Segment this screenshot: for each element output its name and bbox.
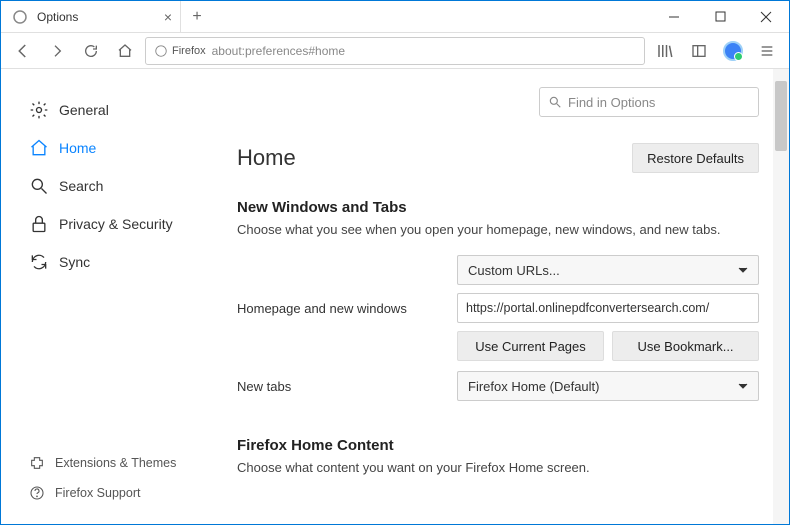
homepage-select[interactable]: Custom URLs... <box>457 255 759 285</box>
url-text: about:preferences#home <box>212 44 345 58</box>
chevron-down-icon <box>738 381 748 391</box>
section-home-content-desc: Choose what content you want on your Fir… <box>237 460 759 475</box>
sidebar-item-home[interactable]: Home <box>29 129 211 167</box>
maximize-button[interactable] <box>697 1 743 32</box>
use-bookmark-button[interactable]: Use Bookmark... <box>612 331 759 361</box>
firefox-icon <box>154 44 168 58</box>
sidebar-item-label: Privacy & Security <box>59 216 173 232</box>
search-icon <box>29 176 49 196</box>
gear-icon <box>29 100 49 120</box>
sidebar-item-sync[interactable]: Sync <box>29 243 211 281</box>
identity-box[interactable]: Firefox <box>154 44 206 58</box>
forward-button[interactable] <box>43 37 71 65</box>
titlebar: Options × + <box>1 1 789 33</box>
scrollbar-thumb[interactable] <box>775 81 787 151</box>
lock-icon <box>29 214 49 234</box>
minimize-button[interactable] <box>651 1 697 32</box>
close-window-button[interactable] <box>743 1 789 32</box>
section-new-windows-desc: Choose what you see when you open your h… <box>237 222 759 237</box>
newtabs-select[interactable]: Firefox Home (Default) <box>457 371 759 401</box>
puzzle-icon <box>29 455 45 471</box>
main-panel: Find in Options Home Restore Defaults Ne… <box>211 69 789 524</box>
content-area: General Home Search Privacy & Security S… <box>1 69 789 524</box>
sidebar-item-label: Firefox Support <box>55 486 140 500</box>
sidebar-button[interactable] <box>685 37 713 65</box>
page-title: Home <box>237 145 296 171</box>
sidebar-item-privacy[interactable]: Privacy & Security <box>29 205 211 243</box>
find-in-options[interactable]: Find in Options <box>539 87 759 117</box>
homepage-url-input[interactable]: https://portal.onlinepdfconvertersearch.… <box>457 293 759 323</box>
library-button[interactable] <box>651 37 679 65</box>
reload-button[interactable] <box>77 37 105 65</box>
sidebar-extensions[interactable]: Extensions & Themes <box>29 448 211 478</box>
search-placeholder: Find in Options <box>568 95 655 110</box>
profile-button[interactable] <box>719 37 747 65</box>
restore-defaults-button[interactable]: Restore Defaults <box>632 143 759 173</box>
browser-tab[interactable]: Options × <box>1 1 181 32</box>
new-tab-button[interactable]: + <box>181 1 213 32</box>
section-home-content-title: Firefox Home Content <box>237 437 759 454</box>
window-controls <box>651 1 789 32</box>
homepage-select-value: Custom URLs... <box>468 263 560 278</box>
sidebar-item-label: Home <box>59 140 96 156</box>
homepage-label: Homepage and new windows <box>237 301 457 316</box>
tab-title: Options <box>37 10 78 24</box>
sync-icon <box>29 252 49 272</box>
home-icon <box>29 138 49 158</box>
identity-label: Firefox <box>172 45 206 57</box>
toolbar: Firefox about:preferences#home <box>1 33 789 69</box>
url-bar[interactable]: Firefox about:preferences#home <box>145 37 645 65</box>
sidebar-item-label: Extensions & Themes <box>55 456 176 470</box>
sidebar-item-label: General <box>59 102 109 118</box>
close-tab-icon[interactable]: × <box>164 9 172 25</box>
sidebar: General Home Search Privacy & Security S… <box>1 69 211 524</box>
chevron-down-icon <box>738 265 748 275</box>
sidebar-item-label: Sync <box>59 254 90 270</box>
section-new-windows-title: New Windows and Tabs <box>237 199 759 216</box>
newtabs-select-value: Firefox Home (Default) <box>468 379 599 394</box>
menu-button[interactable] <box>753 37 781 65</box>
sidebar-item-general[interactable]: General <box>29 91 211 129</box>
homepage-url-value: https://portal.onlinepdfconvertersearch.… <box>466 301 709 315</box>
home-button[interactable] <box>111 37 139 65</box>
sidebar-support[interactable]: Firefox Support <box>29 478 211 508</box>
sidebar-item-label: Search <box>59 178 103 194</box>
use-current-pages-button[interactable]: Use Current Pages <box>457 331 604 361</box>
back-button[interactable] <box>9 37 37 65</box>
sidebar-item-search[interactable]: Search <box>29 167 211 205</box>
help-icon <box>29 485 45 501</box>
newtabs-label: New tabs <box>237 379 457 394</box>
scrollbar-track[interactable] <box>773 69 789 524</box>
search-icon <box>548 95 562 109</box>
tab-favicon <box>11 8 29 26</box>
